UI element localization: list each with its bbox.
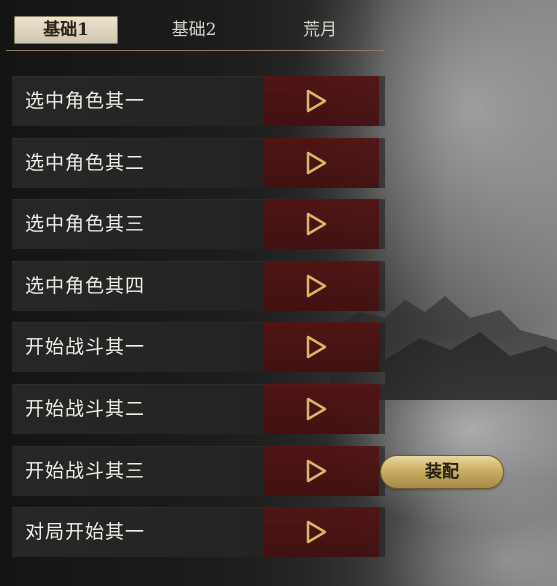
play-triangle-icon[interactable] — [304, 335, 328, 359]
list-item-label: 选中角色其三 — [25, 213, 146, 236]
list-item: 选中角色其二 — [12, 137, 385, 188]
tab-huangyue[interactable]: 荒月 — [268, 16, 372, 44]
play-triangle-icon[interactable] — [304, 151, 328, 175]
list-item: 开始战斗其一 — [12, 322, 385, 373]
list-item-label: 开始战斗其二 — [25, 397, 146, 420]
list-item-label: 对局开始其一 — [25, 521, 146, 544]
list-item-label: 开始战斗其一 — [25, 336, 146, 359]
list-item: 开始战斗其三 — [12, 445, 385, 496]
play-triangle-icon[interactable] — [304, 274, 328, 298]
tab-bar: 基础1 基础2 荒月 — [6, 10, 384, 51]
tab-basic-2[interactable]: 基础2 — [142, 16, 246, 44]
list-item: 选中角色其四 — [12, 260, 385, 311]
play-triangle-icon[interactable] — [304, 397, 328, 421]
tab-basic-1[interactable]: 基础1 — [14, 16, 118, 44]
list-item-label: 选中角色其一 — [25, 90, 146, 112]
action-list: 选中角色其一 选中角色其二 选中角色其三 选中角色其四 开始战斗其一 开始战斗其… — [12, 76, 385, 569]
equip-button[interactable]: 装配 — [381, 456, 503, 488]
list-item: 选中角色其一 — [12, 76, 385, 126]
play-triangle-icon[interactable] — [304, 212, 328, 236]
list-item-label: 选中角色其二 — [25, 151, 146, 174]
list-item: 开始战斗其二 — [12, 383, 385, 434]
play-triangle-icon[interactable] — [304, 459, 328, 483]
list-item: 对局开始其一 — [12, 507, 385, 558]
play-triangle-icon[interactable] — [304, 89, 328, 113]
list-item: 选中角色其三 — [12, 199, 385, 250]
play-triangle-icon[interactable] — [304, 520, 328, 544]
list-item-label: 选中角色其四 — [25, 274, 146, 297]
list-item-label: 开始战斗其三 — [25, 459, 146, 482]
